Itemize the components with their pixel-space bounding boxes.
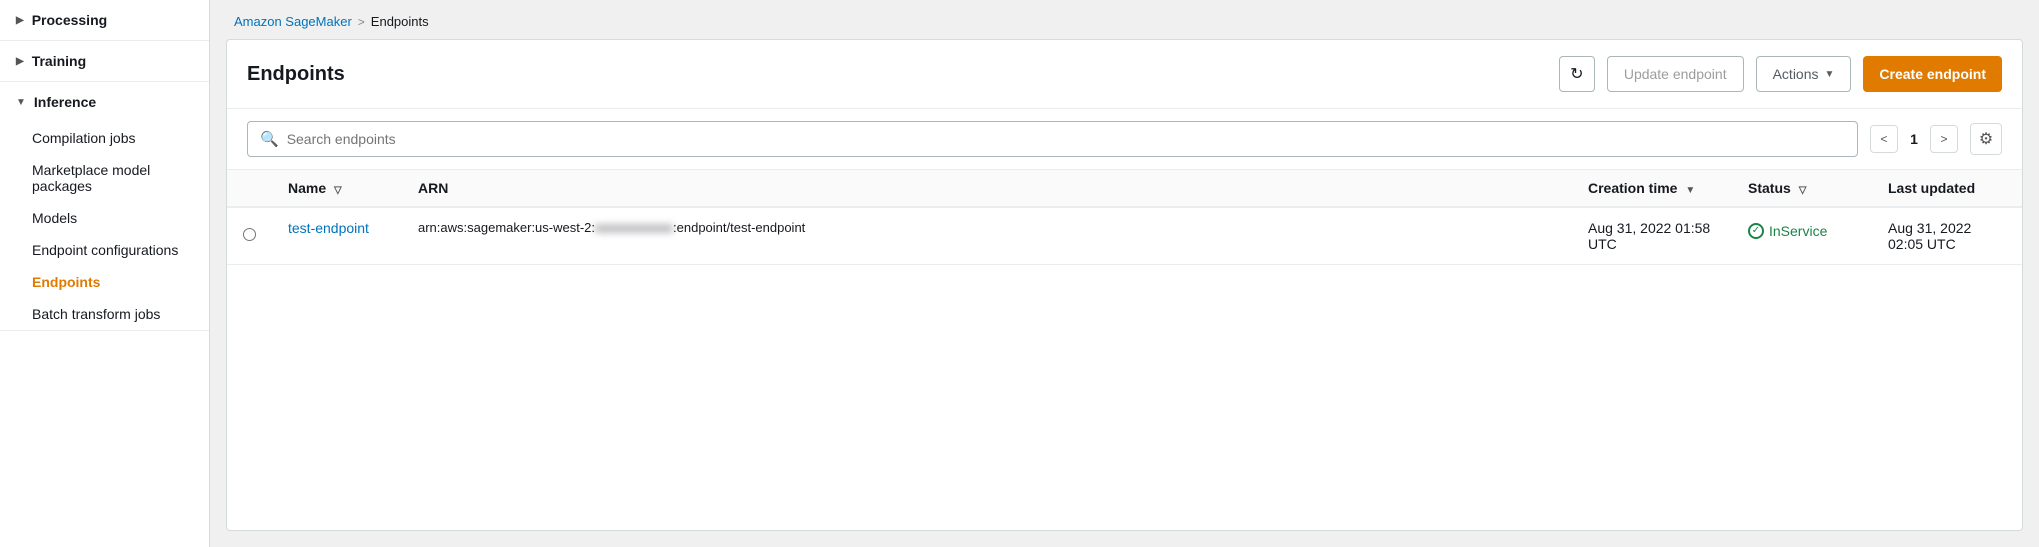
arn-account: xxxxxxxxxxxx — [595, 220, 673, 235]
card-header: Endpoints ↻ Update endpoint Actions ▼ Cr… — [227, 40, 2022, 109]
refresh-icon: ↻ — [1570, 64, 1583, 84]
refresh-button[interactable]: ↻ — [1559, 56, 1595, 92]
breadcrumb-current: Endpoints — [371, 14, 429, 29]
training-arrow-icon: ▶ — [16, 56, 24, 67]
page-number: 1 — [1904, 131, 1924, 147]
col-header-last-updated: Last updated — [1872, 170, 2022, 207]
col-header-status[interactable]: Status ▽ — [1732, 170, 1872, 207]
sidebar-item-processing[interactable]: ▶ Processing — [0, 0, 209, 40]
search-icon: 🔍 — [260, 130, 279, 148]
search-input[interactable] — [287, 131, 1845, 147]
update-endpoint-button[interactable]: Update endpoint — [1607, 56, 1744, 92]
settings-icon: ⚙ — [1979, 129, 1993, 149]
inference-label: Inference — [34, 94, 96, 110]
breadcrumb-separator: > — [358, 15, 365, 29]
processing-arrow-icon: ▶ — [16, 15, 24, 26]
prev-icon: < — [1880, 132, 1887, 146]
endpoint-last-updated-cell: Aug 31, 2022 02:05 UTC — [1872, 207, 2022, 265]
next-icon: > — [1940, 132, 1947, 146]
content-card: Endpoints ↻ Update endpoint Actions ▼ Cr… — [226, 39, 2023, 531]
name-sort-icon: ▽ — [334, 185, 342, 196]
actions-arrow-icon: ▼ — [1825, 69, 1835, 80]
actions-button[interactable]: Actions ▼ — [1756, 56, 1852, 92]
pagination-prev-button[interactable]: < — [1870, 125, 1898, 153]
sidebar-section-inference: ▼ Inference Compilation jobs Marketplace… — [0, 82, 209, 331]
sidebar-item-training[interactable]: ▶ Training — [0, 41, 209, 81]
create-endpoint-label: Create endpoint — [1879, 66, 1986, 82]
table-settings-button[interactable]: ⚙ — [1970, 123, 2002, 155]
training-label: Training — [32, 53, 86, 69]
row-radio-input[interactable] — [243, 228, 256, 241]
col-header-creation-time[interactable]: Creation time ▼ — [1572, 170, 1732, 207]
endpoint-status-cell: ✓ InService — [1732, 207, 1872, 265]
col-header-arn: ARN — [402, 170, 1572, 207]
pagination: < 1 > — [1870, 125, 1958, 153]
sidebar-section-training: ▶ Training — [0, 41, 209, 82]
endpoint-arn-cell: arn:aws:sagemaker:us-west-2:xxxxxxxxxxxx… — [402, 207, 1572, 265]
endpoint-creation-time-cell: Aug 31, 2022 01:58 UTC — [1572, 207, 1732, 265]
endpoint-name-cell[interactable]: test-endpoint — [272, 207, 402, 265]
sidebar-item-marketplace-model-packages[interactable]: Marketplace model packages — [0, 154, 209, 202]
inservice-icon: ✓ — [1748, 223, 1764, 239]
breadcrumb: Amazon SageMaker > Endpoints — [210, 0, 2039, 39]
inference-arrow-icon: ▼ — [16, 97, 26, 108]
sidebar-item-inference[interactable]: ▼ Inference — [0, 82, 209, 122]
table-wrapper: Name ▽ ARN Creation time ▼ Status ▽ — [227, 170, 2022, 530]
sidebar-item-models[interactable]: Models — [0, 202, 209, 234]
col-header-checkbox — [227, 170, 272, 207]
sidebar-section-processing: ▶ Processing — [0, 0, 209, 41]
main-content: Amazon SageMaker > Endpoints Endpoints ↻… — [210, 0, 2039, 547]
status-badge: ✓ InService — [1748, 223, 1827, 239]
search-bar-row: 🔍 < 1 > ⚙ — [227, 109, 2022, 170]
creation-sort-icon: ▼ — [1685, 185, 1695, 196]
pagination-next-button[interactable]: > — [1930, 125, 1958, 153]
endpoints-table: Name ▽ ARN Creation time ▼ Status ▽ — [227, 170, 2022, 265]
sidebar: ▶ Processing ▶ Training ▼ Inference Comp… — [0, 0, 210, 547]
processing-label: Processing — [32, 12, 107, 28]
actions-label: Actions — [1773, 66, 1819, 82]
page-title: Endpoints — [247, 63, 1547, 86]
status-label: InService — [1769, 223, 1827, 239]
sidebar-item-batch-transform-jobs[interactable]: Batch transform jobs — [0, 298, 209, 330]
status-sort-icon: ▽ — [1799, 185, 1807, 196]
table-header-row: Name ▽ ARN Creation time ▼ Status ▽ — [227, 170, 2022, 207]
create-endpoint-button[interactable]: Create endpoint — [1863, 56, 2002, 92]
sidebar-item-compilation-jobs[interactable]: Compilation jobs — [0, 122, 209, 154]
col-header-name[interactable]: Name ▽ — [272, 170, 402, 207]
breadcrumb-sagemaker-link[interactable]: Amazon SageMaker — [234, 14, 352, 29]
sidebar-item-endpoints[interactable]: Endpoints — [0, 266, 209, 298]
search-input-wrapper: 🔍 — [247, 121, 1858, 157]
table-row: test-endpoint arn:aws:sagemaker:us-west-… — [227, 207, 2022, 265]
row-radio-cell[interactable] — [227, 207, 272, 265]
sidebar-item-endpoint-configurations[interactable]: Endpoint configurations — [0, 234, 209, 266]
update-endpoint-label: Update endpoint — [1624, 66, 1727, 82]
